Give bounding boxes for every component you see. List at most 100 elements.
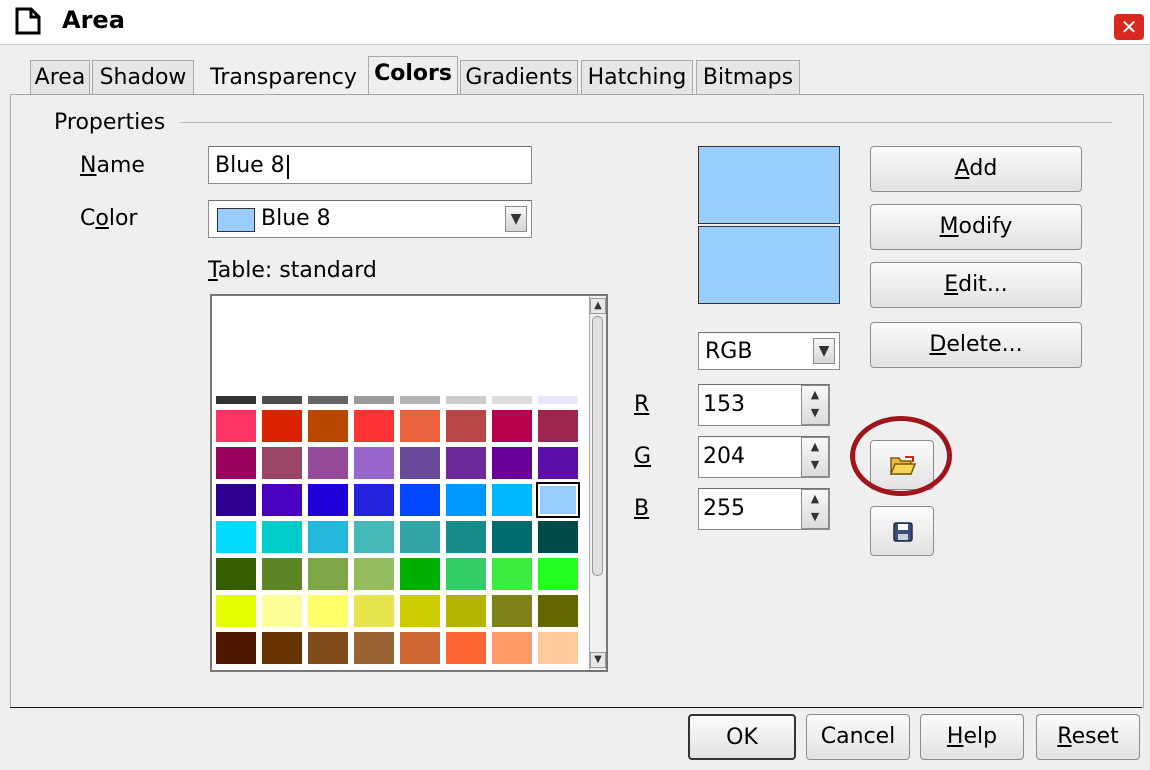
color-swatch[interactable]	[492, 632, 532, 664]
color-swatch[interactable]	[446, 484, 486, 516]
color-swatch[interactable]	[400, 396, 440, 404]
scroll-up-icon[interactable]: ▲	[590, 298, 606, 314]
color-swatch[interactable]	[354, 410, 394, 442]
color-swatch[interactable]	[354, 632, 394, 664]
color-swatch[interactable]	[262, 595, 302, 627]
chevron-down-icon[interactable]: ▼	[505, 206, 527, 232]
chevron-down-icon[interactable]: ▼	[813, 338, 835, 364]
color-swatch[interactable]	[400, 410, 440, 442]
color-swatch[interactable]	[308, 632, 348, 664]
tab-shadow[interactable]: Shadow	[92, 60, 194, 95]
tab-transparency[interactable]: Transparency	[200, 60, 367, 95]
color-swatch[interactable]	[538, 558, 578, 590]
color-swatch[interactable]	[400, 484, 440, 516]
color-swatch[interactable]	[538, 410, 578, 442]
tab-colors[interactable]: Colors	[368, 56, 458, 95]
color-swatch-selected[interactable]	[536, 482, 580, 518]
color-swatch[interactable]	[262, 484, 302, 516]
color-swatch[interactable]	[492, 558, 532, 590]
color-swatch[interactable]	[400, 558, 440, 590]
color-swatch[interactable]	[354, 396, 394, 404]
color-swatch[interactable]	[308, 595, 348, 627]
color-swatch[interactable]	[308, 484, 348, 516]
color-swatch[interactable]	[308, 410, 348, 442]
save-color-table-button[interactable]	[870, 506, 934, 556]
color-swatch[interactable]	[354, 447, 394, 479]
r-label: R	[634, 392, 650, 417]
scrollbar[interactable]: ▲ ▼	[589, 296, 606, 670]
edit-button[interactable]: Edit...	[870, 262, 1082, 308]
color-swatch[interactable]	[354, 558, 394, 590]
color-swatch[interactable]	[354, 521, 394, 553]
b-spinbox[interactable]: 255 ▲ ▼	[698, 488, 830, 530]
color-swatch[interactable]	[262, 410, 302, 442]
help-button[interactable]: Help	[920, 714, 1024, 760]
color-swatch[interactable]	[446, 410, 486, 442]
g-value: 204	[703, 444, 745, 469]
color-swatch[interactable]	[492, 447, 532, 479]
scrollbar-thumb[interactable]	[592, 316, 603, 576]
color-swatch[interactable]	[492, 521, 532, 553]
color-model-value: RGB	[705, 339, 753, 364]
color-swatch[interactable]	[216, 447, 256, 479]
color-swatch[interactable]	[308, 558, 348, 590]
color-swatch[interactable]	[262, 521, 302, 553]
color-swatch[interactable]	[446, 447, 486, 479]
color-swatch[interactable]	[262, 396, 302, 404]
color-swatch[interactable]	[446, 396, 486, 404]
color-swatch[interactable]	[538, 396, 578, 404]
color-swatch[interactable]	[400, 521, 440, 553]
tab-hatching[interactable]: Hatching	[581, 60, 693, 95]
spinner-arrows-icon[interactable]: ▲ ▼	[801, 437, 829, 477]
reset-button[interactable]: Reset	[1036, 714, 1140, 760]
color-swatch[interactable]	[354, 595, 394, 627]
color-swatch[interactable]	[446, 521, 486, 553]
cancel-button[interactable]: Cancel	[806, 714, 910, 760]
name-input[interactable]: Blue 8	[208, 146, 532, 184]
add-button[interactable]: Add	[870, 146, 1082, 192]
color-swatch[interactable]	[492, 396, 532, 404]
color-swatch[interactable]	[216, 484, 256, 516]
color-swatch[interactable]	[308, 521, 348, 553]
color-swatch[interactable]	[492, 484, 532, 516]
color-swatch[interactable]	[400, 447, 440, 479]
color-swatch[interactable]	[216, 521, 256, 553]
color-swatch[interactable]	[216, 632, 256, 664]
color-select[interactable]: Blue 8 ▼	[208, 200, 532, 238]
color-swatch[interactable]	[262, 632, 302, 664]
spinner-arrows-icon[interactable]: ▲ ▼	[801, 385, 829, 425]
g-spinbox[interactable]: 204 ▲ ▼	[698, 436, 830, 478]
color-swatch[interactable]	[538, 632, 578, 664]
ok-button[interactable]: OK	[688, 714, 796, 760]
scroll-down-icon[interactable]: ▼	[590, 652, 606, 668]
close-button[interactable]: ✕	[1114, 14, 1144, 40]
color-swatch[interactable]	[446, 558, 486, 590]
color-model-select[interactable]: RGB ▼	[698, 332, 840, 370]
color-swatch[interactable]	[216, 558, 256, 590]
color-swatch[interactable]	[216, 595, 256, 627]
color-swatch[interactable]	[262, 558, 302, 590]
color-swatch[interactable]	[538, 521, 578, 553]
color-swatch[interactable]	[400, 632, 440, 664]
color-swatch[interactable]	[262, 447, 302, 479]
tab-gradients[interactable]: Gradients	[460, 60, 578, 95]
color-table[interactable]: ▲ ▼	[210, 294, 608, 672]
color-swatch[interactable]	[492, 595, 532, 627]
color-swatch[interactable]	[216, 410, 256, 442]
tab-bitmaps[interactable]: Bitmaps	[696, 60, 800, 95]
color-swatch[interactable]	[400, 595, 440, 627]
modify-button[interactable]: Modify	[870, 204, 1082, 250]
tab-area[interactable]: Area	[30, 60, 90, 95]
color-swatch[interactable]	[538, 447, 578, 479]
color-swatch[interactable]	[446, 595, 486, 627]
color-swatch[interactable]	[308, 447, 348, 479]
color-swatch[interactable]	[354, 484, 394, 516]
spinner-arrows-icon[interactable]: ▲ ▼	[801, 489, 829, 529]
color-swatch[interactable]	[538, 595, 578, 627]
color-swatch[interactable]	[492, 410, 532, 442]
r-spinbox[interactable]: 153 ▲ ▼	[698, 384, 830, 426]
color-swatch[interactable]	[308, 396, 348, 404]
delete-button[interactable]: Delete...	[870, 322, 1082, 368]
color-swatch[interactable]	[216, 396, 256, 404]
color-swatch[interactable]	[446, 632, 486, 664]
